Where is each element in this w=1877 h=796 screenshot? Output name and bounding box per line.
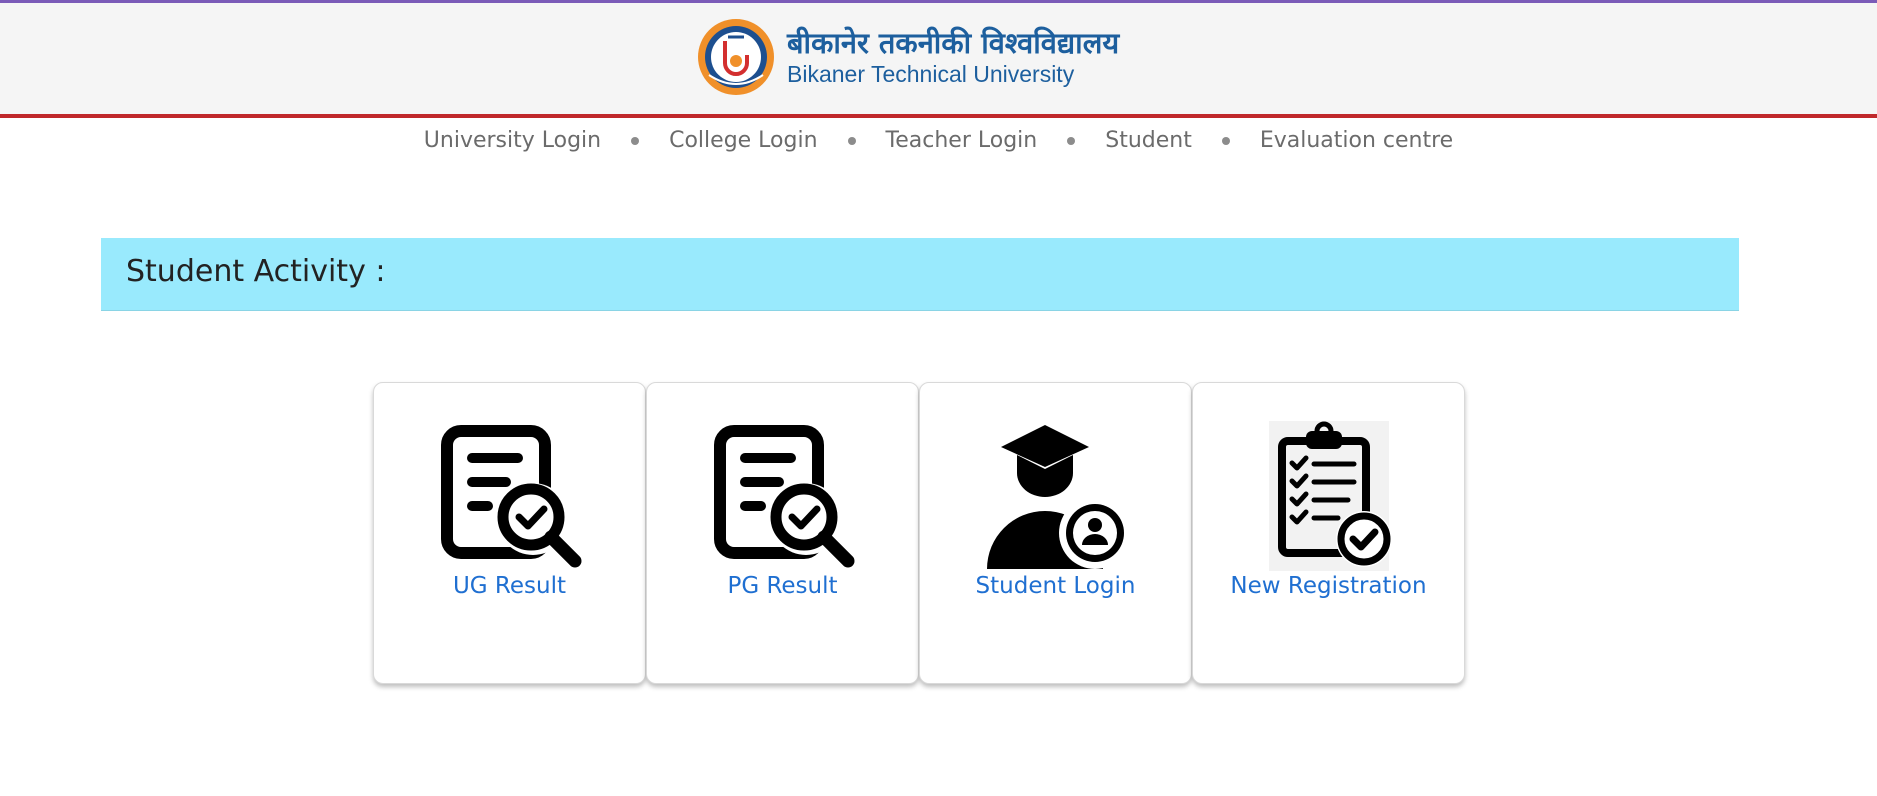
university-name-hindi: बीकानेर तकनीकी विश्वविद्यालय: [787, 26, 1120, 60]
student-activity-banner: Student Activity :: [101, 238, 1739, 311]
card-label[interactable]: New Registration: [1193, 573, 1464, 599]
nav-separator-dot: [847, 136, 856, 145]
pg-result-card[interactable]: PG Result: [646, 382, 919, 684]
nav-teacher-login[interactable]: Teacher Login: [886, 128, 1038, 153]
nav-separator-dot: [1067, 136, 1076, 145]
nav-university-login[interactable]: University Login: [424, 128, 601, 153]
activity-cards: UG Result PG Result Student Login New Re…: [373, 382, 1465, 684]
nav-student[interactable]: Student: [1105, 128, 1192, 153]
clipboard-checklist-icon: [1268, 421, 1392, 571]
nav-evaluation-centre[interactable]: Evaluation centre: [1260, 128, 1453, 153]
section-title: Student Activity :: [126, 254, 386, 289]
top-navigation: University Login College Login Teacher L…: [0, 128, 1877, 153]
card-label[interactable]: UG Result: [374, 573, 645, 599]
card-label[interactable]: PG Result: [647, 573, 918, 599]
ug-result-card[interactable]: UG Result: [373, 382, 646, 684]
header-divider: [0, 114, 1877, 118]
card-label[interactable]: Student Login: [920, 573, 1191, 599]
graduate-user-icon: [986, 425, 1131, 569]
document-search-check-icon: [713, 425, 854, 568]
university-name-english: Bikaner Technical University: [787, 61, 1075, 87]
university-logo-icon: [698, 19, 774, 95]
nav-separator-dot: [1221, 136, 1230, 145]
document-search-check-icon: [440, 425, 581, 568]
nav-college-login[interactable]: College Login: [669, 128, 817, 153]
university-brand[interactable]: बीकानेर तकनीकी विश्वविद्यालय Bikaner Tec…: [695, 17, 1119, 97]
new-registration-card[interactable]: New Registration: [1192, 382, 1465, 684]
student-login-card[interactable]: Student Login: [919, 382, 1192, 684]
nav-separator-dot: [631, 136, 640, 145]
